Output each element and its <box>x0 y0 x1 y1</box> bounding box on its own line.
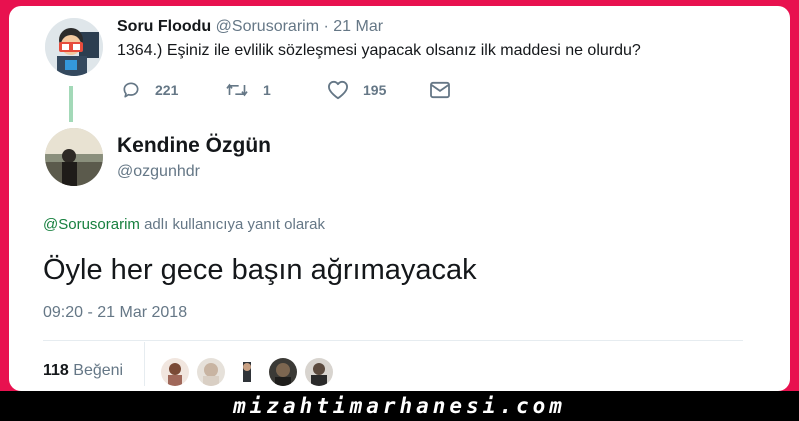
envelope-icon <box>430 81 450 99</box>
quoted-author-handle[interactable]: @Sorusorarim <box>216 18 319 35</box>
retweet-icon <box>226 83 248 97</box>
quoted-date[interactable]: 21 Mar <box>333 18 383 35</box>
main-author-name[interactable]: Kendine Özgün <box>117 134 271 158</box>
liker-avatar[interactable] <box>233 358 261 386</box>
header-separator: · <box>323 18 329 35</box>
reply-count: 221 <box>155 82 179 98</box>
retweet-count: 1 <box>263 82 271 98</box>
watermark-banner: mizahtimarhanesi.com <box>0 391 799 421</box>
like-action[interactable]: 195 <box>327 80 386 100</box>
main-tweet-text: Öyle her gece başın ağrımayacak <box>43 254 477 286</box>
like-stat-count: 118 <box>43 362 69 379</box>
liker-avatar[interactable] <box>269 358 297 386</box>
heart-icon <box>327 80 348 100</box>
quoted-author-name[interactable]: Soru Floodu <box>117 18 211 35</box>
liker-avatar[interactable] <box>197 358 225 386</box>
soru-floodu-avatar[interactable] <box>45 18 103 76</box>
like-stat-label: Beğeni <box>73 362 124 379</box>
reply-icon <box>123 82 139 98</box>
stats-divider <box>43 340 743 341</box>
reply-to-suffix: adlı kullanıcıya yanıt olarak <box>144 216 326 233</box>
reply-action[interactable]: 221 <box>121 80 178 100</box>
reply-to-link[interactable]: @Sorusorarim <box>43 216 140 233</box>
quoted-action-bar: 221 1 195 <box>117 80 457 104</box>
liker-avatar[interactable] <box>161 358 189 386</box>
thread-line <box>69 86 73 122</box>
like-count: 195 <box>363 82 387 98</box>
tweet-timestamp[interactable]: 09:20 - 21 Mar 2018 <box>43 304 187 322</box>
tweet-card: Soru Floodu @Sorusorarim · 21 Mar 1364.)… <box>9 6 790 391</box>
like-stats[interactable]: 118 Beğeni <box>43 362 123 380</box>
kendine-ozgun-avatar[interactable] <box>45 128 103 186</box>
liker-avatar[interactable] <box>305 358 333 386</box>
retweet-action[interactable]: 1 <box>225 80 271 100</box>
reply-context: @Sorusorarim adlı kullanıcıya yanıt olar… <box>43 216 325 233</box>
quoted-tweet-header: Soru Floodu @Sorusorarim · 21 Mar <box>117 18 383 36</box>
quoted-tweet-text: 1364.) Eşiniz ile evlilik sözleşmesi yap… <box>117 42 641 59</box>
main-author-handle[interactable]: @ozgunhdr <box>117 163 200 181</box>
stats-separator <box>144 342 145 386</box>
dm-action[interactable] <box>429 81 465 99</box>
